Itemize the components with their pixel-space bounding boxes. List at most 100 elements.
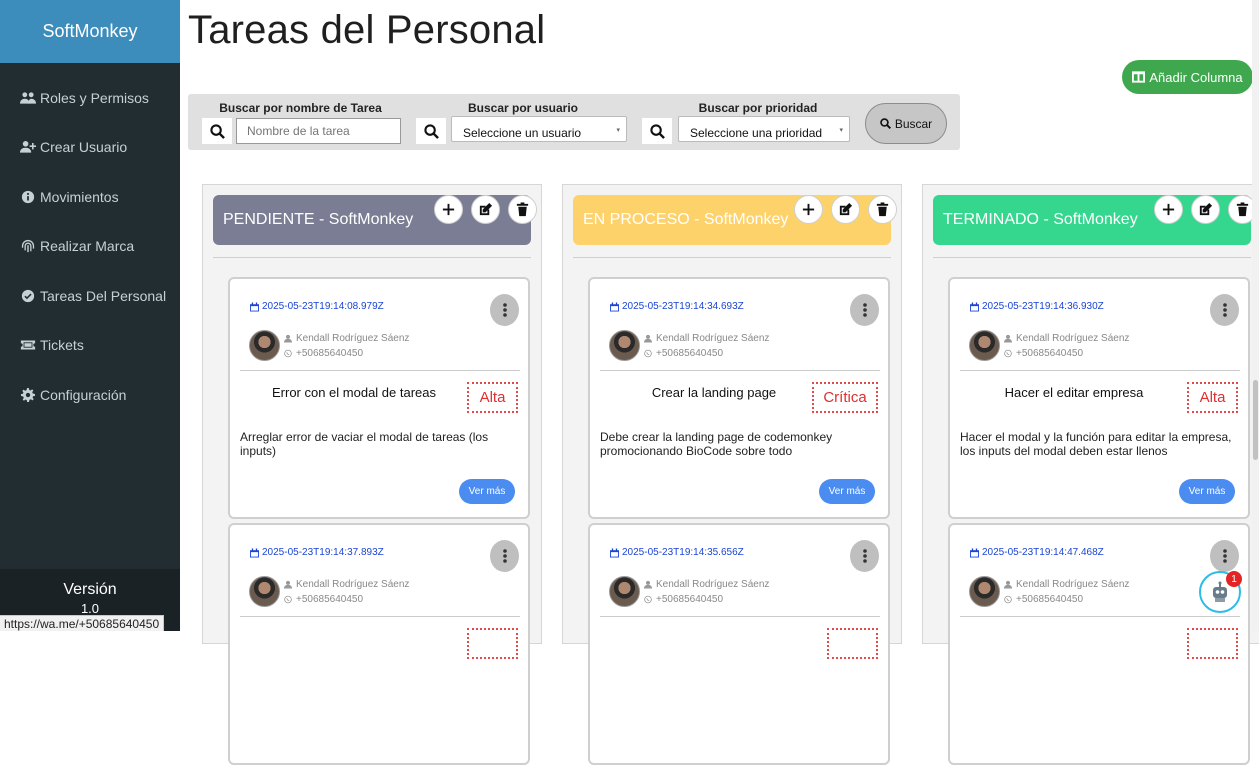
search-button-label: Buscar [894,116,933,131]
check-circle-icon [21,289,35,303]
task-card[interactable]: 2025-05-23T19:14:35.656Z Kendall Rodrígu… [588,523,890,765]
task-date: 2025-05-23T19:14:35.656Z [610,547,744,558]
add-task-button[interactable] [1154,195,1183,224]
page-title: Tareas del Personal [188,8,546,52]
task-card[interactable]: 2025-05-23T19:14:36.930Z Kendall Rodrígu… [948,277,1250,519]
priority-badge [1187,628,1238,659]
task-phone[interactable]: +50685640450 [1004,348,1083,359]
kebab-icon [862,303,867,317]
avatar [969,330,1000,361]
task-phone[interactable]: +50685640450 [1004,594,1083,605]
edit-icon [1199,202,1213,216]
task-search-label: Buscar por nombre de Tarea [219,101,382,115]
task-user: Kendall Rodríguez Sáenz [284,333,409,344]
sidebar-item-tareas[interactable]: Tareas Del Personal [20,288,166,304]
kebab-icon [862,549,867,563]
card-menu-button[interactable] [1210,540,1239,572]
page-scrollbar[interactable] [1252,0,1259,631]
delete-column-button[interactable] [508,195,537,224]
card-divider [600,370,880,371]
calendar-icon [970,548,979,557]
edit-column-button[interactable] [471,195,500,224]
kebab-icon [1222,549,1227,563]
edit-column-button[interactable] [831,195,860,224]
whatsapp-icon [1004,349,1012,358]
search-icon [880,118,891,129]
scrollbar-thumb[interactable] [1253,380,1258,460]
calendar-icon [250,548,259,557]
status-bar-url: https://wa.me/+50685640450 [0,615,165,631]
card-menu-button[interactable] [490,294,519,326]
whatsapp-icon [284,595,292,604]
priority-badge [467,628,518,659]
task-card[interactable]: 2025-05-23T19:14:37.893Z Kendall Rodrígu… [228,523,530,765]
sidebar-item-label: Movimientos [40,189,119,205]
calendar-icon [610,548,619,557]
task-search-input[interactable] [236,118,401,144]
user-icon [1004,334,1012,343]
delete-column-button[interactable] [868,195,897,224]
task-card[interactable]: 2025-05-23T19:14:08.979Z Kendall Rodrígu… [228,277,530,519]
priority-badge [827,628,878,659]
card-menu-button[interactable] [1210,294,1239,326]
sidebar-item-tickets[interactable]: Tickets [20,337,84,353]
column-title: TERMINADO - SoftMonkey [943,211,1138,228]
priority-badge: Alta [1187,382,1238,413]
task-date: 2025-05-23T19:14:37.893Z [250,547,384,558]
priority-select-value: Seleccione una prioridad [690,126,823,140]
search-button[interactable]: Buscar [865,103,947,144]
column-divider [933,257,1251,258]
kebab-icon [1222,303,1227,317]
chevron-down-icon: ▾ [616,127,620,134]
priority-select[interactable]: Seleccione una prioridad ▾ [678,116,850,142]
task-phone[interactable]: +50685640450 [284,348,363,359]
avatar [609,576,640,607]
task-card[interactable]: 2025-05-23T19:14:47.468Z Kendall Rodrígu… [948,523,1250,765]
task-date: 2025-05-23T19:14:08.979Z [250,301,384,312]
calendar-icon [250,302,259,311]
sidebar-item-label: Realizar Marca [40,238,135,254]
task-user: Kendall Rodríguez Sáenz [1004,579,1129,590]
sidebar-item-realizar-marca[interactable]: Realizar Marca [20,238,134,254]
task-phone[interactable]: +50685640450 [284,594,363,605]
search-icon [416,118,446,144]
sidebar-item-label: Tareas Del Personal [40,288,167,304]
calendar-icon [970,302,979,311]
trash-icon [516,202,529,217]
task-phone[interactable]: +50685640450 [644,594,723,605]
sidebar-item-configuracion[interactable]: Configuración [20,387,126,403]
user-select-value: Seleccione un usuario [463,126,582,140]
add-column-button[interactable]: Añadir Columna [1122,60,1253,94]
card-menu-button[interactable] [850,294,879,326]
avatar [609,330,640,361]
add-task-button[interactable] [434,195,463,224]
edit-column-button[interactable] [1191,195,1220,224]
sidebar-item-label: Configuración [40,387,127,403]
sidebar-item-roles[interactable]: Roles y Permisos [20,90,149,106]
sidebar-item-label: Roles y Permisos [40,90,149,106]
users-icon [20,92,36,104]
task-card[interactable]: 2025-05-23T19:14:34.693Z Kendall Rodrígu… [588,277,890,519]
user-select[interactable]: Seleccione un usuario ▾ [451,116,627,142]
add-task-button[interactable] [794,195,823,224]
task-phone[interactable]: +50685640450 [644,348,723,359]
column-actions [1154,195,1257,224]
card-menu-button[interactable] [850,540,879,572]
view-more-button[interactable]: Ver más [1179,479,1235,504]
task-description: Hacer el modal y la función para editar … [960,430,1232,458]
plus-icon [442,203,455,216]
sidebar-item-crear-usuario[interactable]: Crear Usuario [20,139,127,155]
edit-icon [839,202,853,216]
brand-logo[interactable]: SoftMonkey [0,0,180,63]
task-date: 2025-05-23T19:14:47.468Z [970,547,1104,558]
task-title: Error con el modal de tareas [271,385,437,400]
card-menu-button[interactable] [490,540,519,572]
info-circle-icon [21,190,35,204]
view-more-button[interactable]: Ver más [459,479,515,504]
columns-icon [1132,71,1146,83]
board-column: EN PROCESO - SoftMonkey 2025-05-23T19:14… [562,184,902,765]
view-more-button[interactable]: Ver más [819,479,875,504]
plus-icon [802,203,815,216]
user-icon [284,334,292,343]
sidebar-item-movimientos[interactable]: Movimientos [20,189,119,205]
